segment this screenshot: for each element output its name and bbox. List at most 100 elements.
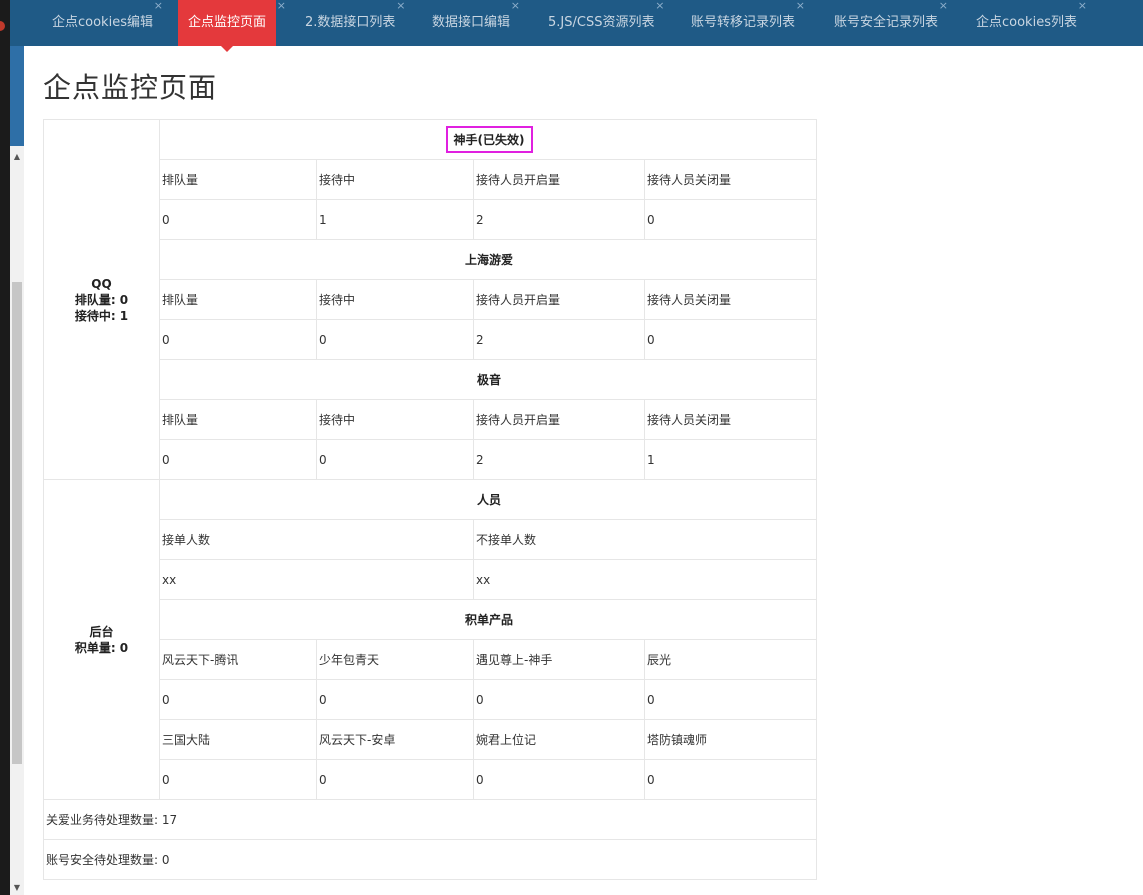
table-row: 后台 积单量: 0 人员 [43, 479, 818, 800]
product-name: 婉君上位记 [473, 719, 645, 760]
column-header: 接待人员关闭量 [643, 159, 818, 200]
table-row: 积单产品 [44, 599, 818, 640]
tab-account-security-records[interactable]: 账号安全记录列表 × [834, 0, 948, 46]
security-pending-count: 账号安全待处理数量: 0 [42, 839, 818, 880]
column-header: 接待人员关闭量 [643, 399, 818, 440]
backend-label: 后台 [89, 624, 114, 639]
tab-bar: 企点cookies编辑 × 企点监控页面 × 2.数据接口列表 × 数据接口编辑 × 5… [10, 0, 1143, 52]
table-row: 上海游爱 [44, 239, 818, 280]
table-row: 0 0 0 0 [44, 679, 818, 720]
value-cell: 0 [643, 679, 818, 720]
tab-data-api-list[interactable]: 2.数据接口列表 × [305, 0, 405, 46]
close-icon[interactable]: × [511, 0, 520, 29]
channel-header: 极音 [158, 359, 818, 400]
value-cell: 0 [316, 679, 474, 720]
active-tab-caret-icon [221, 46, 233, 52]
value-cell: 0 [316, 759, 474, 800]
table-row: 风云天下-腾讯 少年包青天 遇见尊上-神手 辰光 [44, 639, 818, 680]
table-row: 0 0 0 0 [44, 759, 818, 800]
close-icon[interactable]: × [1078, 0, 1087, 29]
tab-label: 企点cookies编辑 [52, 15, 153, 30]
scroll-down-arrow-icon[interactable]: ▼ [12, 883, 22, 893]
care-pending-count: 关爱业务待处理数量: 17 [42, 799, 818, 840]
tab-label: 数据接口编辑 [432, 15, 511, 30]
value-cell: 0 [643, 199, 818, 240]
value-cell: 1 [316, 199, 474, 240]
value-cell: 2 [473, 319, 645, 360]
table-row: xx xx [44, 559, 818, 600]
value-cell: 0 [473, 759, 645, 800]
value-cell: 2 [473, 439, 645, 480]
tab-js-css-resource-list[interactable]: 5.JS/CSS资源列表 × [548, 0, 664, 46]
close-icon[interactable]: × [655, 0, 664, 29]
table-row: 关爱业务待处理数量: 17 [42, 799, 818, 840]
product-name: 遇见尊上-神手 [473, 639, 645, 680]
tab-qidian-monitor[interactable]: 企点监控页面 × [178, 0, 286, 52]
column-header: 排队量 [159, 159, 317, 200]
column-header: 排队量 [159, 399, 317, 440]
close-icon[interactable]: × [939, 0, 948, 29]
value-cell: 2 [473, 199, 645, 240]
product-name: 辰光 [643, 639, 818, 680]
table-row: 0 0 2 0 [44, 319, 818, 360]
tab-qidian-cookies-list[interactable]: 企点cookies列表 × [976, 0, 1087, 46]
table-row: 0 0 2 1 [44, 439, 818, 480]
qq-serving-count: 接待中: 1 [74, 308, 129, 323]
scroll-up-arrow-icon[interactable]: ▲ [12, 152, 22, 162]
value-cell: 0 [159, 319, 317, 360]
qq-label: QQ [91, 276, 112, 291]
value-cell: 0 [316, 439, 474, 480]
table-row: 排队量 接待中 接待人员开启量 接待人员关闭量 [44, 399, 818, 440]
value-cell: 0 [316, 319, 474, 360]
column-header: 接待人员开启量 [473, 159, 645, 200]
backend-summary-cell: 后台 积单量: 0 [43, 479, 160, 800]
value-cell: xx [159, 559, 474, 600]
column-header: 接待中 [316, 159, 474, 200]
value-cell: 0 [159, 439, 317, 480]
tab-label: 5.JS/CSS资源列表 [548, 15, 655, 30]
column-header: 接待中 [316, 279, 474, 320]
table-row: 排队量 接待中 接待人员开启量 接待人员关闭量 [44, 279, 818, 320]
value-cell: 0 [159, 679, 317, 720]
table-row: 极音 [44, 359, 818, 400]
channel-header: 上海游爱 [158, 239, 818, 280]
scroll-thumb[interactable] [12, 282, 22, 764]
channel-header: 神手(已失效) [158, 119, 818, 160]
column-header: 不接单人数 [472, 519, 818, 560]
vertical-scrollbar[interactable]: ▲ ▼ [10, 146, 24, 895]
qq-queue-count: 排队量: 0 [74, 292, 129, 307]
section-header: 积单产品 [158, 599, 818, 640]
table-row: 账号安全待处理数量: 0 [42, 839, 818, 880]
column-header: 接待人员关闭量 [643, 279, 818, 320]
value-cell: 0 [473, 679, 645, 720]
tab-label: 账号安全记录列表 [834, 15, 939, 30]
value-cell: 0 [643, 759, 818, 800]
tab-qidian-cookies-edit[interactable]: 企点cookies编辑 × [52, 0, 163, 46]
monitor-table: QQ 排队量: 0 接待中: 1 神手(已失效) 排队量 接待中 接待人员开启量… [42, 119, 818, 880]
value-cell: xx [472, 559, 818, 600]
channel-name-highlighted: 神手(已失效) [445, 126, 533, 153]
product-name: 少年包青天 [316, 639, 474, 680]
section-header: 人员 [158, 479, 818, 520]
close-icon[interactable]: × [396, 0, 405, 29]
page-title: 企点监控页面 [43, 71, 218, 104]
column-header: 接待中 [316, 399, 474, 440]
product-name: 塔防镇魂师 [643, 719, 818, 760]
tab-data-api-edit[interactable]: 数据接口编辑 × [432, 0, 520, 46]
value-cell: 0 [643, 319, 818, 360]
close-icon[interactable]: × [154, 0, 163, 29]
tab-label: 账号转移记录列表 [691, 15, 796, 30]
value-cell: 1 [643, 439, 818, 480]
tab-account-transfer-records[interactable]: 账号转移记录列表 × [691, 0, 805, 46]
qq-summary-cell: QQ 排队量: 0 接待中: 1 [43, 119, 160, 480]
column-header: 接单人数 [159, 519, 474, 560]
sidebar-accent [10, 46, 24, 146]
product-name: 风云天下-腾讯 [159, 639, 317, 680]
tab-label: 2.数据接口列表 [305, 15, 396, 30]
table-row: QQ 排队量: 0 接待中: 1 神手(已失效) [43, 119, 818, 480]
value-cell: 0 [159, 759, 317, 800]
close-icon[interactable]: × [277, 0, 286, 29]
close-icon[interactable]: × [796, 0, 805, 29]
tab-label: 企点cookies列表 [976, 15, 1077, 30]
table-row: 三国大陆 风云天下-安卓 婉君上位记 塔防镇魂师 [44, 719, 818, 760]
